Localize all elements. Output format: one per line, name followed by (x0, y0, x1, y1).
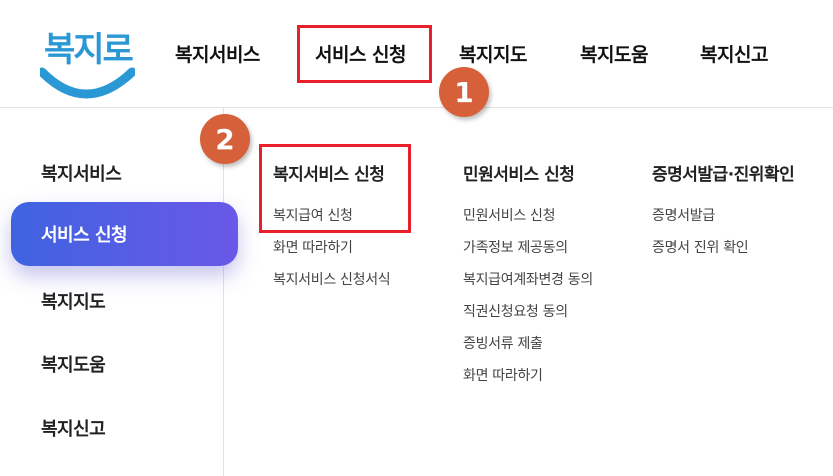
nav-welfare-report[interactable]: 복지신고 (700, 40, 768, 67)
sidebar: 복지서비스 서비스 신청 복지지도 복지도움 복지신고 (0, 108, 238, 476)
column-title-certificate: 증명서발급·진위확인 (652, 165, 795, 185)
nav-welfare-help[interactable]: 복지도움 (580, 40, 648, 67)
link-screen-guide-2[interactable]: 화면 따라하기 (463, 365, 543, 385)
sidebar-item-service-application[interactable]: 서비스 신청 (11, 202, 238, 266)
nav-highlight-box (297, 25, 432, 83)
link-application-forms[interactable]: 복지서비스 신청서식 (273, 269, 391, 289)
step-badge-1: 1 (439, 67, 489, 117)
link-civil-application[interactable]: 민원서비스 신청 (463, 205, 556, 225)
sidebar-item-welfare-services[interactable]: 복지서비스 (41, 160, 122, 186)
sidebar-item-welfare-report[interactable]: 복지신고 (41, 415, 106, 441)
link-account-change-consent[interactable]: 복지급여계좌변경 동의 (463, 269, 593, 289)
step-badge-2: 2 (200, 114, 250, 164)
link-ex-officio-consent[interactable]: 직권신청요청 동의 (463, 301, 568, 321)
sidebar-item-welfare-help[interactable]: 복지도움 (41, 351, 106, 377)
link-certificate-issue[interactable]: 증명서발급 (652, 205, 715, 225)
link-document-submission[interactable]: 증빙서류 제출 (463, 333, 543, 353)
column-title-civil-application: 민원서비스 신청 (463, 165, 575, 185)
sidebar-item-welfare-map[interactable]: 복지지도 (41, 288, 106, 314)
column-highlight-box (259, 144, 411, 233)
logo-smile-icon (40, 67, 135, 99)
link-certificate-verify[interactable]: 증명서 진위 확인 (652, 237, 749, 257)
bokjiro-logo[interactable]: 복지로 (40, 22, 135, 106)
link-family-info-consent[interactable]: 가족정보 제공동의 (463, 237, 568, 257)
link-screen-guide[interactable]: 화면 따라하기 (273, 237, 353, 257)
nav-welfare-map[interactable]: 복지지도 (459, 40, 527, 67)
nav-welfare-services[interactable]: 복지서비스 (175, 40, 260, 67)
